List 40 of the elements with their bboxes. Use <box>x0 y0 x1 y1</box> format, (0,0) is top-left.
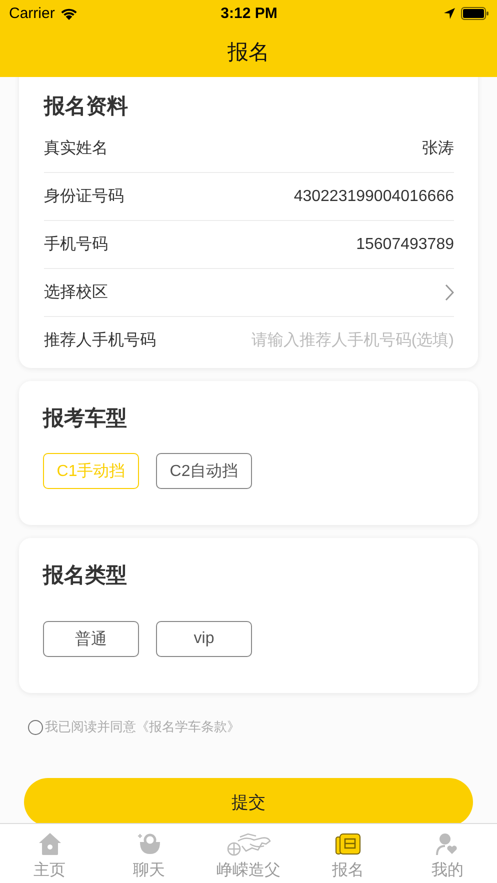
submit-button[interactable]: 提交 <box>24 778 473 823</box>
battery-icon <box>461 6 490 20</box>
field-value: 张涛 <box>422 138 454 159</box>
option-button[interactable]: C1手动挡 <box>43 453 139 489</box>
tab-label: 主页 <box>34 860 66 881</box>
tab-item[interactable]: 峥嵘造父 <box>198 824 298 883</box>
tab-label: 报名 <box>332 861 364 881</box>
tab-item[interactable]: 主页 <box>0 824 100 883</box>
person-heart-icon <box>435 832 460 856</box>
location-arrow-icon <box>444 8 456 18</box>
section-title: 报名资料 <box>44 94 129 120</box>
field-label: 选择校区 <box>44 282 108 303</box>
field-label: 身份证号码 <box>44 187 124 207</box>
tab-label: 聊天 <box>133 861 166 881</box>
newspaper-icon <box>334 832 361 856</box>
field-label: 推荐人手机号码 <box>44 330 156 351</box>
chevron-right-icon[interactable] <box>445 284 454 301</box>
option-button[interactable]: C2自动挡 <box>156 453 252 489</box>
option-button[interactable]: vip <box>156 621 252 657</box>
option-button[interactable]: 普通 <box>43 621 139 657</box>
wifi-icon <box>60 6 78 20</box>
input-field[interactable]: 请输入推荐人手机号码(选填) <box>229 332 454 350</box>
tab-label: 我的 <box>431 860 464 881</box>
chariot-drawing <box>226 832 272 856</box>
tab-item[interactable]: 报名 <box>298 824 398 883</box>
section-title: 报考车型 <box>43 406 128 432</box>
field-value: 430223199004016666 <box>294 188 454 206</box>
field-label: 真实姓名 <box>44 138 108 159</box>
field-value: 15607493789 <box>356 236 454 254</box>
page-title: 报名 <box>228 40 270 66</box>
tab-item[interactable]: 聊天 <box>99 824 199 883</box>
agreement-text: 我已阅读并同意《报名学车条款》 <box>45 718 240 736</box>
agree-checkbox[interactable] <box>28 720 43 734</box>
house-icon <box>38 832 62 856</box>
field-label: 手机号码 <box>44 234 108 255</box>
section-title: 报名类型 <box>43 563 128 589</box>
tab-item[interactable]: 我的 <box>398 824 497 883</box>
tab-label: 峥嵘造父 <box>216 860 281 881</box>
clock-time: 3:12 PM <box>220 4 278 22</box>
carrier-label: Carrier <box>9 4 55 22</box>
